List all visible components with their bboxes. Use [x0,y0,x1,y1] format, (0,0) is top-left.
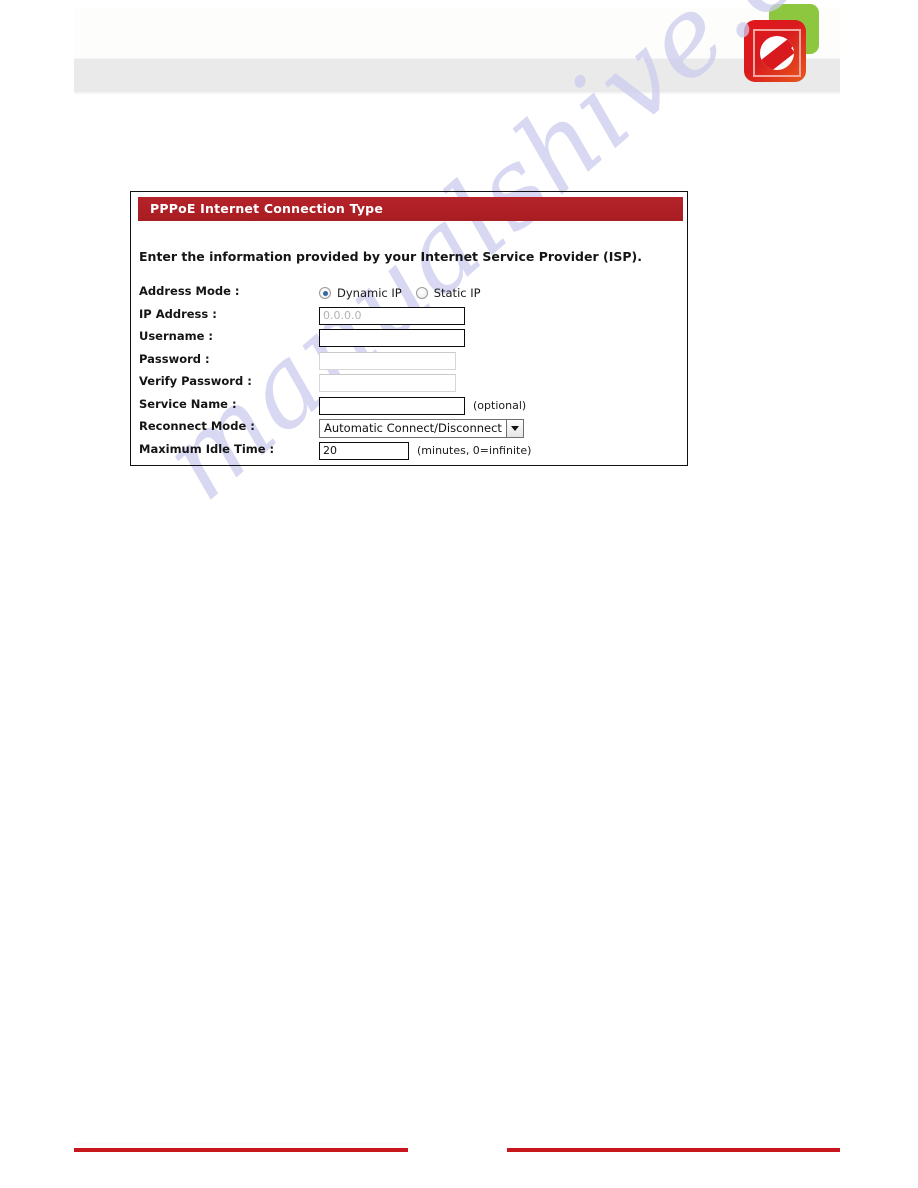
label-username: Username : [139,329,213,343]
control-maximum-idle-time: (minutes, 0=infinite) [319,440,531,462]
header-band-gray [74,58,840,93]
reconnect-mode-select[interactable]: Automatic Connect/Disconnect [319,418,524,438]
radio-label-static-ip: Static IP [433,286,481,300]
form-row-service-name: Service Name : (optional) [139,395,679,418]
header-band-shadow [74,92,840,95]
label-service-name: Service Name : [139,396,237,411]
radio-static-ip[interactable] [415,287,428,299]
form-row-address-mode: Address Mode : Dynamic IP Static IP [139,282,679,305]
control-ip-address [319,305,465,327]
verify-password-input[interactable] [319,374,456,392]
form-row-reconnect-mode: Reconnect Mode : Automatic Connect/Disco… [139,417,679,440]
hint-service-name: (optional) [473,399,527,412]
e-swirl-icon [760,36,794,70]
panel-intro-text: Enter the information provided by your I… [139,249,642,264]
ip-address-input[interactable] [319,306,465,325]
logo-inner-frame [753,29,801,77]
form-row-verify-password: Verify Password : [139,372,679,395]
label-maximum-idle-time: Maximum Idle Time : [139,441,275,456]
reconnect-mode-value: Automatic Connect/Disconnect [324,420,502,435]
page-title: PPPoE Internet Connection Type [150,201,383,216]
label-reconnect-mode: Reconnect Mode : [139,419,255,433]
maximum-idle-time-input[interactable] [319,441,409,460]
form-row-username: Username : [139,327,679,350]
form-row-password: Password : [139,350,679,373]
page-footer [0,1140,918,1156]
label-verify-password: Verify Password : [139,374,252,388]
control-username [319,327,465,349]
brand-logo [739,4,825,82]
address-mode-radio-group: Dynamic IP Static IP [319,286,495,300]
label-ip-address: IP Address : [139,306,217,321]
header-band-top [74,8,840,58]
pppoe-config-panel: PPPoE Internet Connection Type Enter the… [130,191,688,466]
radio-label-dynamic-ip: Dynamic IP [337,286,402,300]
form-row-ip-address: IP Address : [139,305,679,328]
pppoe-form: Address Mode : Dynamic IP Static IP IP A… [139,282,679,462]
radio-dynamic-ip[interactable] [319,287,331,299]
footer-rule-right [507,1148,840,1152]
control-address-mode: Dynamic IP Static IP [319,282,495,304]
label-password: Password : [139,351,210,366]
control-reconnect-mode: Automatic Connect/Disconnect [319,417,524,439]
control-verify-password [319,372,456,394]
footer-rule-ghost [74,1142,408,1146]
page-header [0,0,918,110]
password-input[interactable] [319,351,456,370]
username-input[interactable] [319,329,465,347]
chevron-down-icon[interactable] [505,419,523,437]
label-address-mode: Address Mode : [139,284,240,298]
control-password [319,350,456,372]
panel-title-bar: PPPoE Internet Connection Type [138,197,683,221]
hint-maximum-idle-time: (minutes, 0=infinite) [417,444,532,457]
control-service-name: (optional) [319,395,526,417]
form-row-maximum-idle-time: Maximum Idle Time : (minutes, 0=infinite… [139,440,679,463]
footer-rule-left [74,1148,408,1152]
watermark: manualshive.com [140,0,918,990]
service-name-input[interactable] [319,396,465,415]
logo-red-square [744,20,806,82]
